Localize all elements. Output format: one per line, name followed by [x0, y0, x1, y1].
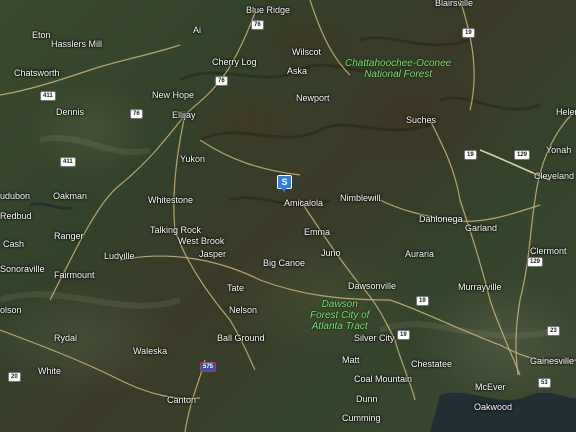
town-label[interactable]: Dawsonville: [348, 281, 396, 291]
town-label[interactable]: Ranger: [54, 231, 84, 241]
road-canton: [0, 329, 201, 399]
town-label[interactable]: Nelson: [229, 305, 257, 315]
route-shield: 129: [527, 257, 544, 267]
lake-lanier: [430, 392, 576, 432]
route-shield: 76: [130, 109, 143, 119]
town-label[interactable]: Silver City: [354, 333, 395, 343]
town-label[interactable]: Oakman: [53, 191, 87, 201]
town-label[interactable]: Blue Ridge: [246, 5, 290, 15]
town-label[interactable]: Auraria: [405, 249, 434, 259]
town-label[interactable]: Eton: [32, 30, 51, 40]
town-label[interactable]: Cash: [3, 239, 24, 249]
park-line-2: Forest City of: [310, 310, 370, 321]
town-label[interactable]: White: [38, 366, 61, 376]
town-label[interactable]: Garland: [465, 223, 497, 233]
town-label[interactable]: Jasper: [199, 249, 226, 259]
town-label[interactable]: Matt: [342, 355, 360, 365]
route-shield: 23: [547, 326, 560, 336]
road-ellijay-east: [199, 139, 301, 176]
town-label[interactable]: Emma: [304, 227, 330, 237]
town-label[interactable]: Sonoraville: [0, 264, 45, 274]
town-label[interactable]: Cherry Log: [212, 57, 257, 67]
town-label[interactable]: Fairmount: [54, 270, 95, 280]
park-line-1: Chattahoochee-Oconee: [345, 58, 452, 69]
satellite-map[interactable]: Chattahoochee-Oconee National Forest Daw…: [0, 0, 576, 432]
route-shield: 19: [462, 28, 475, 38]
town-label[interactable]: Ludville: [104, 251, 135, 261]
town-label[interactable]: Helen: [556, 107, 576, 117]
town-label[interactable]: Tate: [227, 283, 244, 293]
town-label[interactable]: Murrayville: [458, 282, 502, 292]
interstate-shield: 575: [200, 362, 217, 372]
town-label[interactable]: Chestatee: [411, 359, 452, 369]
town-label[interactable]: Ai: [193, 25, 201, 35]
town-label[interactable]: Nimblewill: [340, 193, 381, 203]
park-line-2: National Forest: [364, 69, 432, 80]
town-label[interactable]: Talking Rock: [150, 225, 201, 235]
town-label[interactable]: Dahlonega: [419, 214, 463, 224]
route-shield: 53: [538, 378, 551, 388]
town-label[interactable]: Cleveland: [534, 171, 574, 181]
road-hwy53: [119, 255, 391, 301]
town-label[interactable]: Ball Ground: [217, 333, 265, 343]
town-label[interactable]: Dennis: [56, 107, 84, 117]
town-label[interactable]: Juno: [321, 248, 341, 258]
route-shield: 411: [60, 157, 76, 167]
route-shield: 129: [514, 150, 531, 160]
town-label[interactable]: Rydal: [54, 333, 77, 343]
town-label[interactable]: Wilscot: [292, 47, 321, 57]
route-shield: 19: [397, 330, 410, 340]
town-label[interactable]: Hasslers Mill: [51, 39, 102, 49]
town-label[interactable]: Yukon: [180, 154, 205, 164]
chattahoochee-national-forest-label: Chattahoochee-Oconee National Forest: [345, 58, 451, 80]
town-label[interactable]: McEver: [475, 382, 506, 392]
town-label[interactable]: olson: [0, 305, 22, 315]
location-marker[interactable]: S: [277, 175, 292, 192]
town-label[interactable]: New Hope: [152, 90, 194, 100]
town-label[interactable]: Coal Mountain: [354, 374, 412, 384]
town-label[interactable]: Waleska: [133, 346, 167, 356]
town-label[interactable]: Gainesville: [530, 356, 574, 366]
town-label[interactable]: Ellijay: [172, 110, 196, 120]
town-label[interactable]: Aska: [287, 66, 307, 76]
marker-badge: S: [277, 175, 292, 189]
town-label[interactable]: Redbud: [0, 211, 32, 221]
town-label[interactable]: Whitestone: [148, 195, 193, 205]
park-line-3: Atlanta Tract: [311, 321, 368, 332]
town-label[interactable]: Cumming: [342, 413, 381, 423]
route-shield: 76: [215, 76, 228, 86]
route-shield: 76: [251, 20, 264, 30]
dawson-forest-label: Dawson Forest City of Atlanta Tract: [310, 299, 369, 332]
route-shield: 19: [464, 150, 477, 160]
town-label[interactable]: Chatsworth: [14, 68, 60, 78]
marker-tip: [281, 188, 287, 192]
road-north: [309, 0, 351, 76]
park-line-1: Dawson: [321, 299, 358, 310]
town-label[interactable]: Dunn: [356, 394, 378, 404]
town-label[interactable]: Amicalola: [284, 198, 323, 208]
town-label[interactable]: Canton: [167, 395, 196, 405]
route-shield: 20: [8, 372, 21, 382]
town-label[interactable]: Big Canoe: [263, 258, 305, 268]
route-shield: 411: [40, 91, 56, 101]
town-label[interactable]: udubon: [0, 191, 30, 201]
route-shield: 19: [416, 296, 429, 306]
town-label[interactable]: West Brook: [178, 236, 224, 246]
town-label[interactable]: Yonah: [546, 145, 571, 155]
town-label[interactable]: Blairsville: [435, 0, 473, 8]
town-label[interactable]: Newport: [296, 93, 330, 103]
town-label[interactable]: Oakwood: [474, 402, 512, 412]
town-label[interactable]: Clermont: [530, 246, 567, 256]
town-label[interactable]: Suches: [406, 115, 436, 125]
terrain-overlay: [0, 0, 576, 432]
road-northeast: [459, 0, 475, 111]
